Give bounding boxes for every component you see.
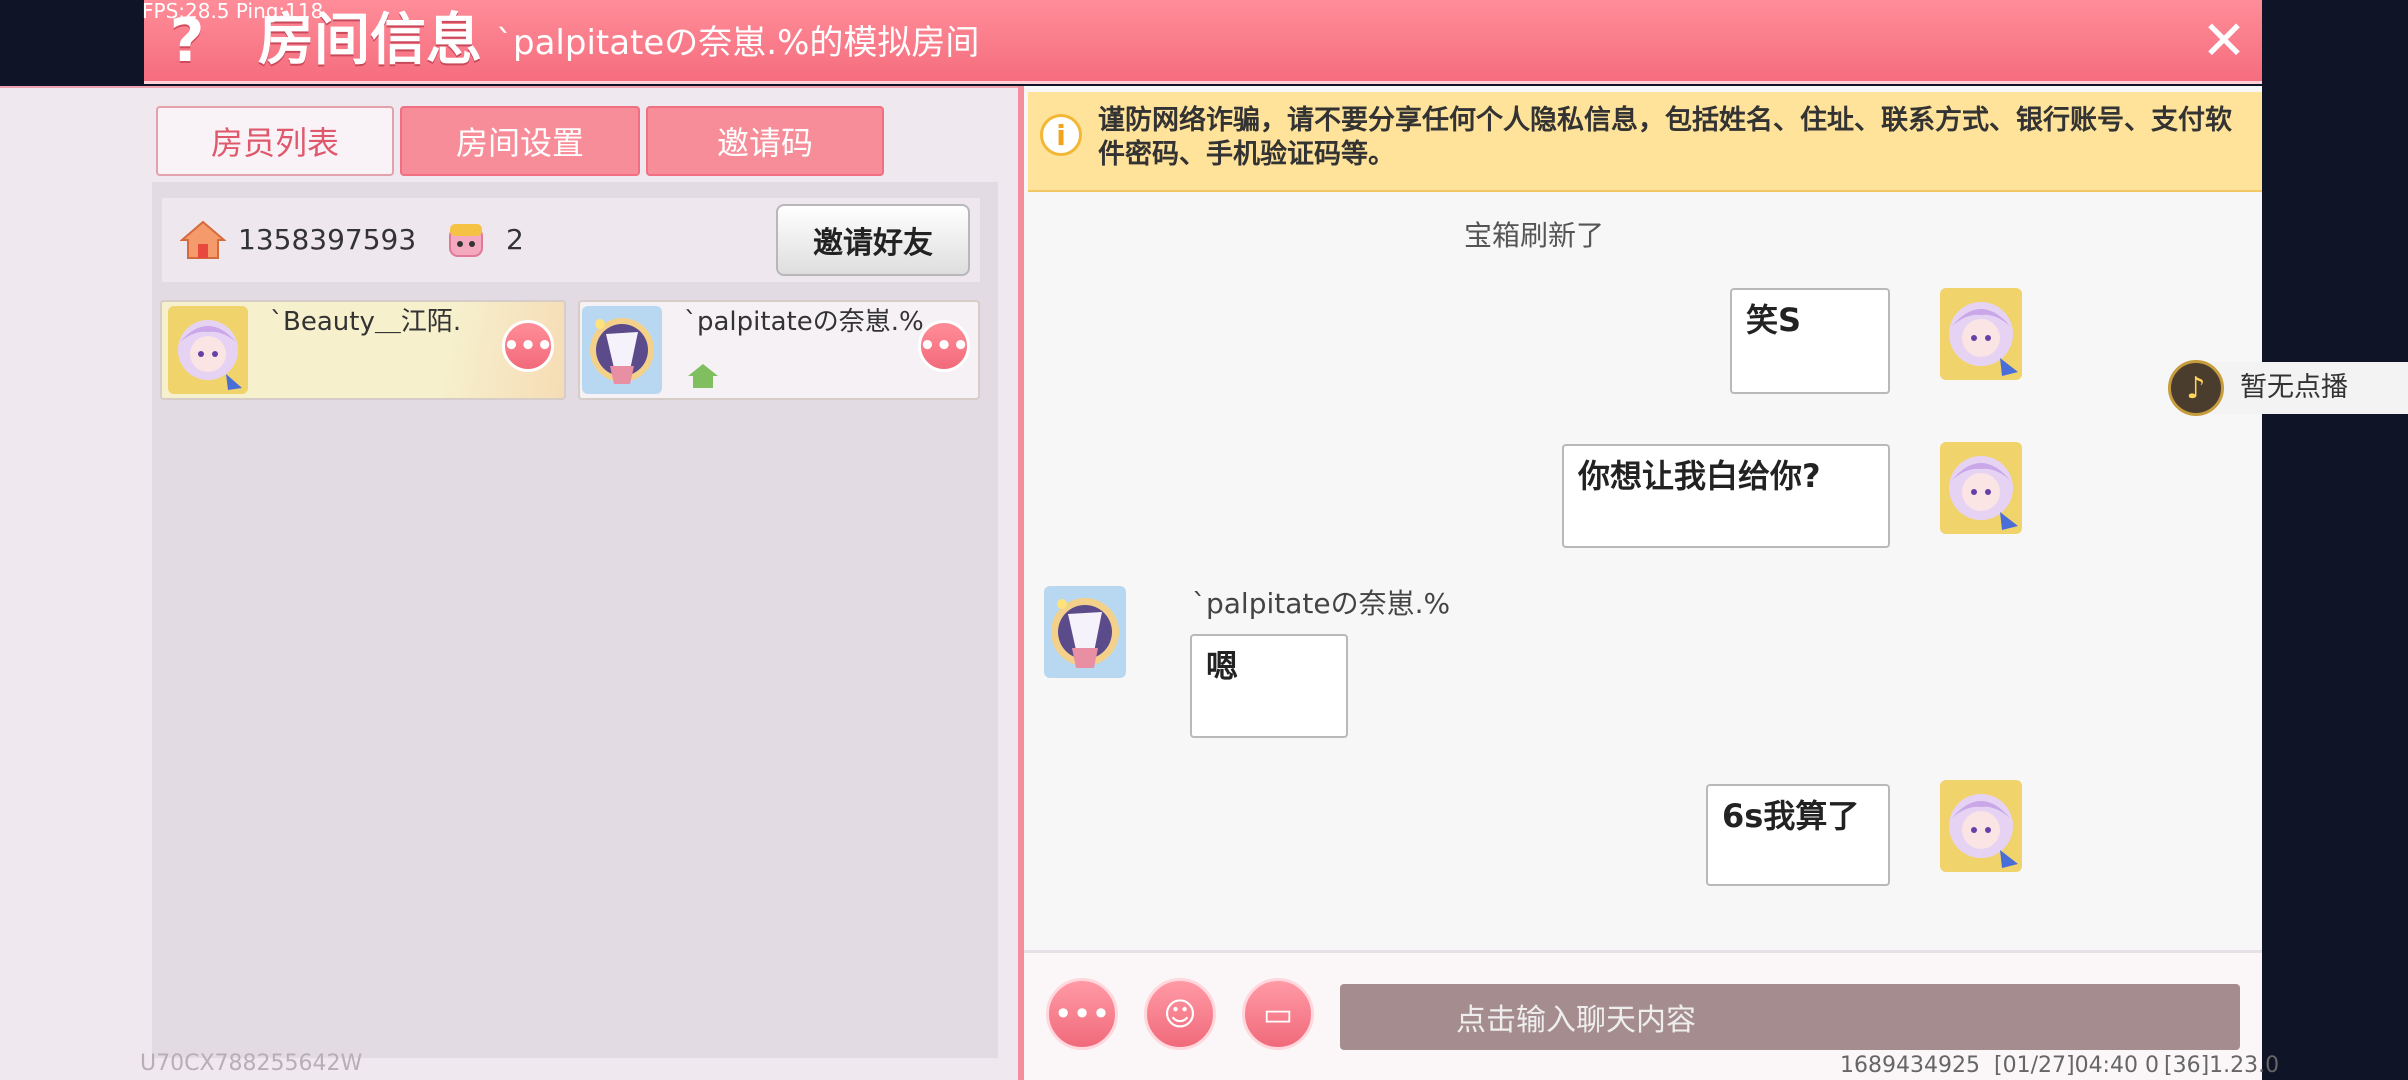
room-id: 1358397593	[238, 223, 417, 256]
sender-avatar	[1044, 586, 1126, 678]
house-icon	[180, 220, 226, 259]
tab-room-settings[interactable]: 房间设置	[400, 106, 640, 176]
player-count-icon	[449, 224, 483, 257]
more-options-icon[interactable]: •••	[502, 320, 554, 372]
music-status: 暂无点播	[2240, 372, 2348, 403]
fps-ping-readout: FPS:28.5 Ping:118	[142, 0, 324, 23]
chat-input[interactable]: 点击输入聊天内容	[1340, 984, 2240, 1050]
member-name: ˋpalpitateの奈崽.%	[684, 307, 924, 337]
host-house-icon	[688, 364, 718, 388]
member-name: ˋBeauty＿江陌.	[270, 307, 462, 337]
more-options-icon[interactable]: •••	[1046, 978, 1118, 1050]
keyboard-icon[interactable]: ▭	[1242, 978, 1314, 1050]
sender-name: ˋpalpitateの奈崽.%	[1192, 587, 1451, 620]
system-message: 宝箱刷新了	[1464, 219, 1605, 252]
invite-friends-button[interactable]: 邀请好友	[776, 204, 970, 276]
version-label: [36]1.23.0	[2164, 1053, 2280, 1078]
session-id: 1689434925	[1840, 1053, 1980, 1078]
chat-bubble: 笑S	[1730, 288, 1890, 394]
chat-bubble: 6s我算了	[1706, 784, 1890, 886]
member-avatar	[582, 306, 662, 394]
warning-text: 谨防网络诈骗，请不要分享任何个人隐私信息，包括姓名、住址、联系方式、银行账号、支…	[1098, 105, 2232, 170]
own-avatar	[1940, 288, 2022, 380]
close-icon[interactable]: ✕	[2196, 9, 2252, 72]
more-options-icon[interactable]: •••	[918, 320, 970, 372]
user-id-watermark: U70CX788255642W	[140, 1051, 363, 1076]
info-icon: i	[1040, 114, 1082, 156]
chat-bubble: 嗯	[1190, 634, 1348, 738]
member-count: 2	[506, 223, 524, 256]
tab-invite-code[interactable]: 邀请码	[646, 106, 884, 176]
own-avatar	[1940, 442, 2022, 534]
emoji-icon[interactable]: ☺	[1144, 978, 1216, 1050]
timestamp: [01/27]04:40 0	[1994, 1053, 2159, 1078]
tab-member-list[interactable]: 房员列表	[156, 106, 394, 176]
left-edge	[0, 86, 144, 1080]
chat-bubble: 你想让我白给你?	[1562, 444, 1890, 548]
room-name: ˋpalpitateの奈崽.%的模拟房间	[496, 23, 980, 63]
own-avatar	[1940, 780, 2022, 872]
member-avatar	[168, 306, 248, 394]
music-note-icon[interactable]: ♪	[2168, 360, 2224, 416]
